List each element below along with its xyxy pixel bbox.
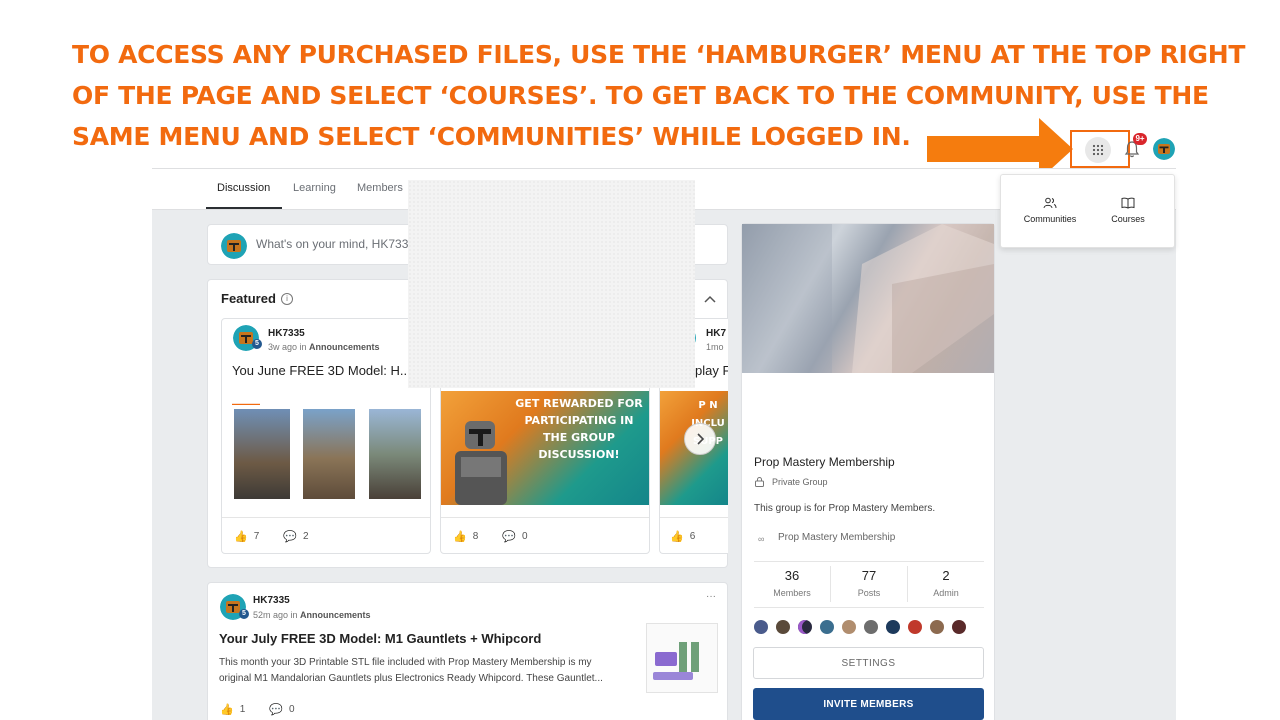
post-meta: 52m ago in Announcements	[253, 610, 371, 620]
comment-icon[interactable]: 💬	[269, 703, 283, 716]
level-badge: 5	[239, 609, 249, 619]
like-icon[interactable]: 👍	[453, 530, 467, 543]
like-icon[interactable]: 👍	[670, 530, 684, 543]
image-caption: ▬▬▬▬▬▬▬	[232, 401, 260, 406]
group-description: This group is for Prop Mastery Members.	[754, 503, 936, 514]
post-meta: 1mo	[706, 342, 724, 352]
invite-members-button[interactable]: INVITE MEMBERS	[753, 688, 984, 720]
member-avatar[interactable]	[820, 620, 834, 634]
tab-discussion[interactable]: Discussion	[217, 182, 270, 194]
like-count: 6	[689, 531, 696, 542]
menu-item-communities[interactable]: Communities	[1015, 183, 1085, 239]
like-icon[interactable]: 👍	[234, 530, 248, 543]
info-icon[interactable]: i	[281, 293, 293, 305]
banner-text: GET REWARDED FOR PARTICIPATING IN THE GR…	[515, 397, 643, 461]
people-icon	[1043, 197, 1057, 209]
photo	[303, 409, 355, 499]
member-avatar[interactable]	[776, 620, 790, 634]
post-meta: 3w ago in Announcements	[268, 342, 380, 352]
stat-posts-count[interactable]: 77	[839, 568, 899, 583]
menu-item-label: Communities	[1023, 214, 1077, 224]
level-badge: 5	[252, 339, 262, 349]
instruction-line: TO ACCESS ANY PURCHASED FILES, USE THE ‘…	[72, 40, 1246, 69]
member-avatar[interactable]	[886, 620, 900, 634]
stat-posts-label: Posts	[857, 588, 881, 598]
stat-admin-label: Admin	[933, 588, 959, 598]
author-name[interactable]: HK7	[706, 328, 726, 339]
card-image: ▬▬▬▬▬▬▬	[232, 401, 422, 501]
composer-placeholder[interactable]: What's on your mind, HK733	[256, 237, 408, 251]
comment-count: 0	[288, 704, 295, 715]
photo	[369, 409, 421, 499]
more-options-icon[interactable]: ···	[706, 591, 716, 602]
photo	[234, 409, 290, 499]
featured-title: Featured	[221, 291, 276, 306]
card-reactions: 👍 6	[670, 530, 695, 543]
stat-admin-count[interactable]: 2	[916, 568, 976, 583]
post-card: 5 HK7335 52m ago in Announcements ··· Yo…	[207, 582, 728, 720]
lock-icon	[755, 477, 764, 487]
group-cover-image	[742, 224, 994, 373]
highlight-box	[1070, 130, 1130, 168]
link-icon: ∞	[758, 534, 765, 544]
chevron-right-icon	[697, 433, 705, 445]
instruction-line: OF THE PAGE AND SELECT ‘COURSES’. TO GET…	[72, 81, 1209, 110]
post-reactions: 👍 1 💬 0	[220, 703, 295, 716]
author-name[interactable]: HK7335	[253, 595, 290, 606]
card-title[interactable]: You June FREE 3D Model: H...	[232, 363, 422, 378]
author-name[interactable]: HK7335	[268, 328, 305, 339]
member-avatar[interactable]	[908, 620, 922, 634]
redacted-region	[408, 180, 695, 388]
card-reactions: 👍 8 💬 0	[453, 530, 528, 543]
screenshot-stage: TO ACCESS ANY PURCHASED FILES, USE THE ‘…	[0, 0, 1280, 720]
notification-badge: 9+	[1133, 133, 1147, 145]
member-avatar[interactable]	[798, 620, 812, 634]
card-reactions: 👍 7 💬 2	[234, 530, 309, 543]
like-count: 8	[472, 531, 479, 542]
settings-button[interactable]: SETTINGS	[753, 647, 984, 679]
tab-members[interactable]: Members	[357, 182, 403, 194]
like-count: 1	[239, 704, 246, 715]
group-link[interactable]: Prop Mastery Membership	[778, 532, 895, 543]
group-name[interactable]: Prop Mastery Membership	[754, 455, 895, 469]
featured-card[interactable]: 5 HK7335 3w ago in Announcements You Jun…	[221, 318, 431, 554]
avatar[interactable]	[1153, 138, 1175, 160]
comment-count: 2	[302, 531, 309, 542]
apps-dropdown-menu: Communities Courses	[1000, 174, 1175, 248]
mandalorian-figure	[455, 421, 507, 505]
menu-item-label: Courses	[1111, 214, 1145, 224]
post-title[interactable]: Your July FREE 3D Model: M1 Gauntlets + …	[219, 631, 541, 646]
avatar	[221, 233, 247, 259]
comment-icon[interactable]: 💬	[502, 530, 516, 543]
menu-item-courses[interactable]: Courses	[1093, 183, 1163, 239]
group-privacy: Private Group	[772, 477, 828, 487]
carousel-next-button[interactable]	[684, 423, 716, 455]
stat-members-count[interactable]: 36	[762, 568, 822, 583]
comment-icon[interactable]: 💬	[283, 530, 297, 543]
member-avatar[interactable]	[754, 620, 768, 634]
comment-count: 0	[521, 531, 528, 542]
stat-members-label: Members	[773, 588, 811, 598]
card-title[interactable]: play F	[695, 363, 728, 378]
active-tab-indicator	[206, 207, 282, 209]
member-avatar[interactable]	[952, 620, 966, 634]
collapse-chevron-icon[interactable]	[704, 294, 716, 304]
post-thumbnail[interactable]	[646, 623, 718, 693]
card-image: GET REWARDED FOR PARTICIPATING IN THE GR…	[441, 391, 649, 505]
like-icon[interactable]: 👍	[220, 703, 234, 716]
member-avatar[interactable]	[930, 620, 944, 634]
member-avatar[interactable]	[842, 620, 856, 634]
member-avatar[interactable]	[864, 620, 878, 634]
post-body: This month your 3D Printable STL file in…	[219, 657, 603, 684]
tab-learning[interactable]: Learning	[293, 182, 336, 194]
book-icon	[1121, 197, 1135, 209]
like-count: 7	[253, 531, 260, 542]
